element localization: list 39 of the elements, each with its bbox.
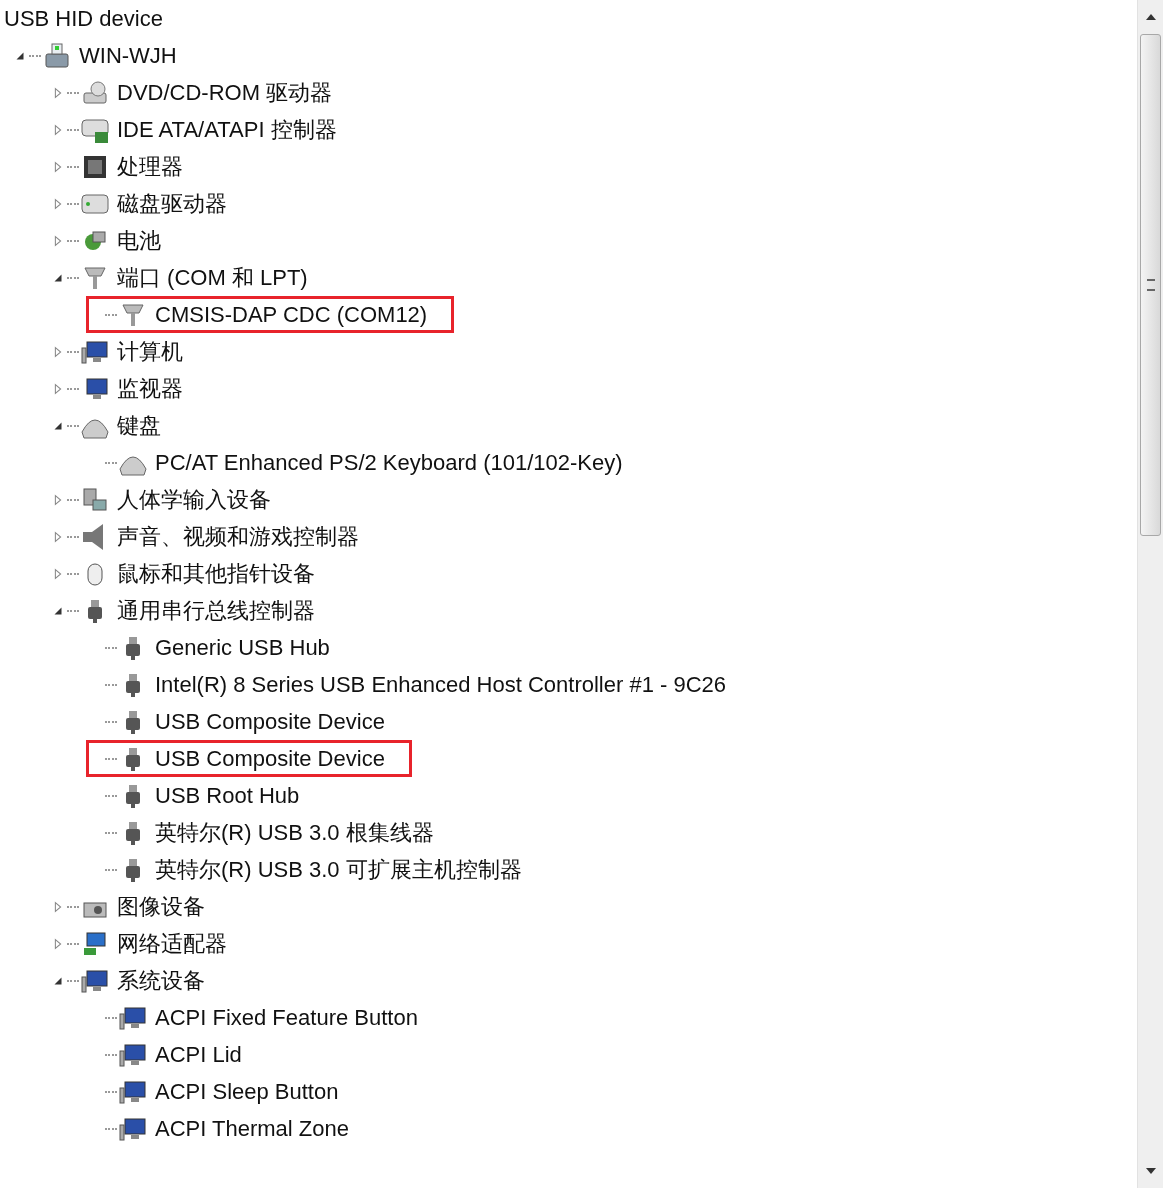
device-label[interactable]: ACPI Lid <box>155 1041 242 1068</box>
vertical-scrollbar[interactable] <box>1137 0 1163 1188</box>
device-label[interactable]: USB Root Hub <box>155 782 300 809</box>
device-label[interactable]: CMSIS-DAP CDC (COM12) <box>155 301 428 328</box>
device-label[interactable]: WIN-WJH <box>79 42 177 69</box>
device-label[interactable]: 英特尔(R) USB 3.0 根集线器 <box>155 817 434 848</box>
device-label[interactable]: 鼠标和其他指针设备 <box>117 558 315 589</box>
device-label[interactable]: 人体学输入设备 <box>117 484 271 515</box>
network-icon <box>81 929 109 958</box>
device-label[interactable]: 端口 (COM 和 LPT) <box>117 262 308 293</box>
device-label[interactable]: 声音、视频和游戏控制器 <box>117 521 359 552</box>
scroll-up-arrow-icon[interactable] <box>1145 14 1156 20</box>
device-label[interactable]: DVD/CD-ROM 驱动器 <box>117 77 333 108</box>
device-label[interactable]: 通用串行总线控制器 <box>117 595 315 626</box>
scroll-down-arrow-icon[interactable] <box>1145 1168 1156 1174</box>
device-label[interactable]: 计算机 <box>117 336 183 367</box>
device-label[interactable]: IDE ATA/ATAPI 控制器 <box>117 114 337 145</box>
computer-icon <box>43 41 71 70</box>
scrollbar-thumb[interactable] <box>1140 34 1161 536</box>
device-label[interactable]: 电池 <box>117 225 161 256</box>
device-label[interactable]: 磁盘驱动器 <box>117 188 227 219</box>
device-label[interactable]: 图像设备 <box>117 891 205 922</box>
device-label[interactable]: 英特尔(R) USB 3.0 可扩展主机控制器 <box>155 854 522 885</box>
device-label[interactable]: USB Composite Device <box>155 745 385 772</box>
device-label[interactable]: ACPI Sleep Button <box>155 1078 339 1105</box>
device-label[interactable]: 监视器 <box>117 373 183 404</box>
device-label[interactable]: USB Composite Device <box>155 708 385 735</box>
device-label[interactable]: ACPI Fixed Feature Button <box>155 1004 418 1031</box>
device-label: USB HID device <box>3 5 163 32</box>
device-label[interactable]: 键盘 <box>117 410 161 441</box>
device-label[interactable]: 网络适配器 <box>117 928 227 959</box>
device-label[interactable]: Intel(R) 8 Series USB Enhanced Host Controller #1 - 9C26 <box>155 671 727 698</box>
device-label[interactable]: 系统设备 <box>117 965 205 996</box>
device-label[interactable]: 处理器 <box>117 151 183 182</box>
device-label[interactable]: ACPI Thermal Zone <box>155 1115 349 1142</box>
device-label[interactable]: PC/AT Enhanced PS/2 Keyboard (101/102-Key) <box>155 449 623 476</box>
disc-drive-icon <box>81 78 109 107</box>
device-label[interactable]: Generic USB Hub <box>155 634 330 661</box>
input-device-icon <box>81 485 109 514</box>
